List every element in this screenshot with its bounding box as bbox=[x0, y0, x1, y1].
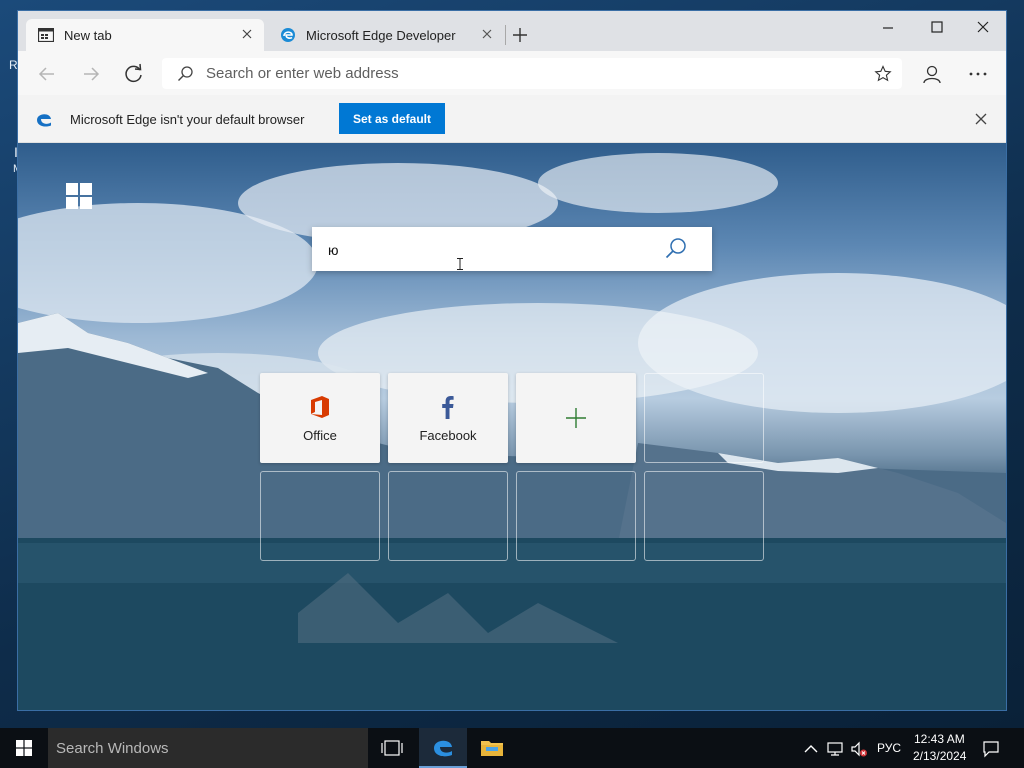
top-site-tile-office[interactable]: Office bbox=[260, 373, 380, 463]
edge-legacy-logo-icon bbox=[434, 740, 452, 757]
infobar-message: Microsoft Edge isn't your default browse… bbox=[70, 112, 305, 127]
text-cursor-icon bbox=[457, 258, 463, 270]
start-button[interactable] bbox=[0, 728, 48, 768]
empty-tile bbox=[388, 471, 508, 561]
empty-tile bbox=[516, 471, 636, 561]
action-center-icon[interactable] bbox=[982, 740, 1000, 758]
windows-logo-icon bbox=[66, 183, 92, 209]
tile-label: Office bbox=[303, 427, 337, 443]
back-arrow-icon[interactable] bbox=[34, 61, 60, 87]
address-placeholder: Search or enter web address bbox=[206, 65, 399, 82]
minimize-icon[interactable] bbox=[868, 15, 908, 41]
empty-tile bbox=[644, 471, 764, 561]
clock-time[interactable]: 12:43 AM bbox=[914, 732, 965, 746]
search-icon[interactable] bbox=[664, 237, 688, 261]
taskbar-file-explorer-button[interactable] bbox=[468, 728, 516, 768]
edge-legacy-logo-icon bbox=[37, 114, 51, 127]
close-tab-icon[interactable] bbox=[240, 27, 254, 41]
refresh-icon[interactable] bbox=[121, 61, 147, 87]
browser-window: New tab Microsoft Edge Developer Search … bbox=[17, 10, 1007, 711]
new-tab-page-icon bbox=[38, 28, 54, 42]
volume-muted-icon[interactable] bbox=[850, 740, 868, 758]
office-icon bbox=[311, 395, 329, 418]
tab-label: Microsoft Edge Developer bbox=[306, 27, 456, 43]
new-tab-button[interactable] bbox=[510, 25, 530, 45]
taskbar-search-input[interactable]: Search Windows bbox=[48, 728, 368, 768]
facebook-icon bbox=[442, 395, 454, 419]
network-icon[interactable] bbox=[826, 740, 844, 758]
forward-arrow-icon[interactable] bbox=[78, 61, 104, 87]
search-icon bbox=[178, 66, 193, 81]
tab-new-tab[interactable]: New tab bbox=[26, 19, 264, 51]
close-tab-icon[interactable] bbox=[480, 27, 494, 41]
taskbar-search-placeholder: Search Windows bbox=[56, 739, 169, 757]
empty-tile bbox=[260, 471, 380, 561]
file-explorer-icon bbox=[481, 741, 503, 756]
search-query-text: ю bbox=[328, 242, 339, 258]
plus-icon bbox=[566, 408, 586, 428]
maximize-icon[interactable] bbox=[917, 15, 957, 41]
tab-edge-developer[interactable]: Microsoft Edge Developer bbox=[268, 19, 504, 51]
add-site-tile[interactable] bbox=[516, 373, 636, 463]
close-window-icon[interactable] bbox=[963, 15, 1003, 41]
input-language-indicator[interactable]: РУС bbox=[877, 741, 901, 755]
windows-start-icon bbox=[16, 740, 32, 756]
more-options-icon[interactable] bbox=[965, 61, 991, 87]
taskbar: Search Windows РУС 12:43 AM 2/13/2024 bbox=[0, 728, 1024, 768]
new-tab-search-box[interactable]: ю bbox=[312, 227, 712, 271]
empty-tile bbox=[644, 373, 764, 463]
navigation-bar: Search or enter web address bbox=[18, 51, 1006, 95]
default-browser-infobar: Microsoft Edge isn't your default browse… bbox=[18, 95, 1006, 143]
new-tab-page: ю Office Facebook bbox=[18, 143, 1006, 710]
close-infobar-icon[interactable] bbox=[974, 112, 988, 126]
taskbar-edge-button[interactable] bbox=[419, 728, 467, 768]
address-bar[interactable]: Search or enter web address bbox=[162, 58, 902, 89]
title-bar: New tab Microsoft Edge Developer bbox=[18, 11, 1006, 51]
favorite-star-icon[interactable] bbox=[874, 65, 892, 83]
profile-icon[interactable] bbox=[919, 61, 945, 87]
edge-logo-icon bbox=[281, 28, 295, 42]
set-as-default-button[interactable]: Set as default bbox=[339, 103, 445, 134]
tab-label: New tab bbox=[64, 27, 112, 43]
chevron-up-icon[interactable] bbox=[802, 740, 820, 758]
tile-label: Facebook bbox=[419, 427, 477, 443]
top-site-tile-facebook[interactable]: Facebook bbox=[388, 373, 508, 463]
tab-divider bbox=[505, 25, 506, 45]
task-view-icon bbox=[381, 740, 403, 756]
clock-date[interactable]: 2/13/2024 bbox=[913, 749, 966, 763]
task-view-button[interactable] bbox=[368, 728, 416, 768]
